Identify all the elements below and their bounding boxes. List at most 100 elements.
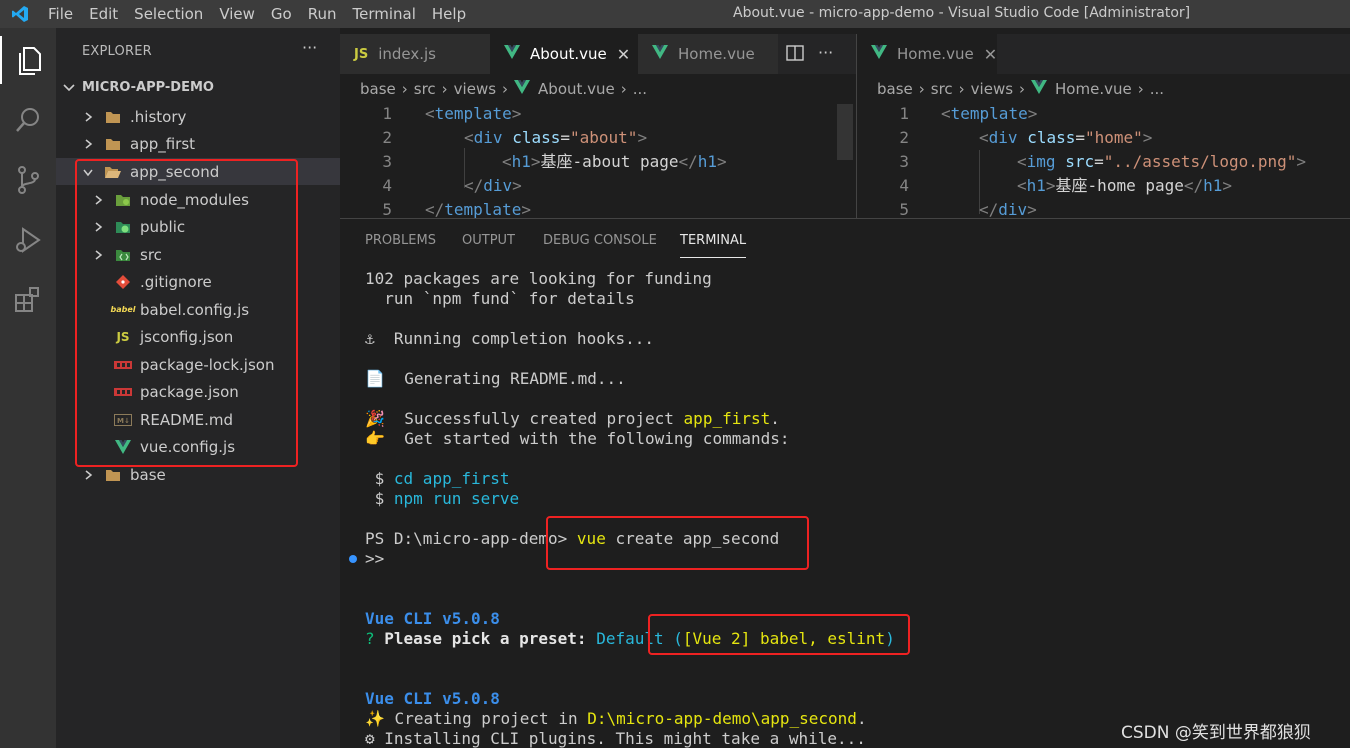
extensions-icon[interactable] xyxy=(0,276,56,324)
line-number: 4 xyxy=(382,176,392,195)
sparkles-icon: ✨ xyxy=(365,709,385,728)
tree-item-label: app_first xyxy=(130,134,196,153)
explorer-more-button[interactable]: ··· xyxy=(302,38,317,57)
vue-icon xyxy=(1031,80,1048,98)
menu-edit[interactable]: Edit xyxy=(81,0,126,28)
tab-label: Home.vue xyxy=(897,45,974,63)
vue-icon xyxy=(514,80,531,98)
line-number: 2 xyxy=(382,128,392,147)
source-control-icon[interactable] xyxy=(0,156,56,204)
code-line: 5 </div> xyxy=(857,198,1350,218)
project-name: app_first xyxy=(683,409,771,428)
chevron-right-icon: › xyxy=(502,80,509,98)
party-popper-icon: 🎉 xyxy=(365,409,385,428)
chevron-right-icon xyxy=(82,111,94,123)
search-icon[interactable] xyxy=(0,96,56,144)
editor-right[interactable]: base › src › views › Home.vue › ... 1 <templ… xyxy=(857,74,1350,218)
tree-item-label: base xyxy=(130,465,166,484)
project-path: D:\micro-app-demo\app_second xyxy=(587,709,857,728)
command-decoration-dot[interactable] xyxy=(349,555,357,563)
breadcrumb-item[interactable]: base xyxy=(877,80,913,98)
run-debug-icon[interactable] xyxy=(0,216,56,264)
tab-index-js[interactable]: JS index.js xyxy=(340,34,490,74)
vscode-logo-icon xyxy=(0,0,40,28)
prompt-question-mark: ? xyxy=(365,629,385,648)
terminal-text: . xyxy=(856,709,867,728)
tab-label: Home.vue xyxy=(678,45,755,63)
code-text: <h1>基座-home page</h1> xyxy=(1017,176,1233,195)
terminal-text: Please pick a preset: xyxy=(384,629,597,648)
tab-terminal[interactable]: TERMINAL xyxy=(680,233,746,248)
terminal-line: >> xyxy=(365,549,385,568)
code-line: 1 <template> xyxy=(857,102,1350,126)
breadcrumb-item[interactable]: ... xyxy=(633,80,647,98)
tab-label: index.js xyxy=(378,45,436,63)
menu-terminal[interactable]: Terminal xyxy=(345,0,424,28)
files-icon[interactable] xyxy=(0,36,56,84)
breadcrumb: base › src › views › Home.vue › ... xyxy=(877,80,1164,98)
folder-icon xyxy=(104,108,122,126)
breadcrumb-item[interactable]: About.vue xyxy=(538,80,615,98)
highlight-box-command xyxy=(546,516,809,570)
terminal-line: ⚙ Installing CLI plugins. This might tak… xyxy=(365,729,866,748)
breadcrumb-item[interactable]: src xyxy=(414,80,436,98)
terminal-line: run `npm fund` for details xyxy=(365,289,635,308)
editor-more-button[interactable]: ··· xyxy=(818,43,833,62)
chevron-right-icon: › xyxy=(1137,80,1144,98)
terminal-text: Installing CLI plugins. This might take … xyxy=(374,729,866,748)
chevron-right-icon: › xyxy=(958,80,965,98)
code-text: <div class="home"> xyxy=(979,128,1153,147)
breadcrumb-item[interactable]: views xyxy=(454,80,496,98)
tab-output[interactable]: OUTPUT xyxy=(462,233,515,248)
tab-about-vue[interactable]: About.vue ✕ xyxy=(490,34,638,74)
close-icon[interactable]: ✕ xyxy=(617,45,630,64)
vue-icon xyxy=(871,45,887,63)
close-icon[interactable]: ✕ xyxy=(984,45,997,64)
workspace-root[interactable]: MICRO-APP-DEMO xyxy=(82,80,214,95)
code-line: 2 <div class="about"> xyxy=(340,126,856,150)
vue-icon xyxy=(652,45,668,63)
menu-view[interactable]: View xyxy=(211,0,263,28)
breadcrumb-item[interactable]: ... xyxy=(1150,80,1164,98)
split-editor-icon[interactable] xyxy=(786,45,804,65)
editor-left[interactable]: base › src › views › About.vue › ... 1 <temp… xyxy=(340,74,1170,218)
menu-run[interactable]: Run xyxy=(300,0,345,28)
folder-icon xyxy=(104,135,122,153)
line-number: 5 xyxy=(899,200,909,218)
tree-item-app-first[interactable]: app_first xyxy=(56,130,340,157)
tab-home-vue[interactable]: Home.vue xyxy=(638,34,778,74)
breadcrumb-item[interactable]: Home.vue xyxy=(1055,80,1132,98)
breadcrumb-item[interactable]: src xyxy=(931,80,953,98)
code-line: 5 </template> xyxy=(340,198,856,218)
chevron-right-icon: › xyxy=(620,80,627,98)
chevron-right-icon: › xyxy=(918,80,925,98)
menu-selection[interactable]: Selection xyxy=(126,0,211,28)
breadcrumb-item[interactable]: base xyxy=(360,80,396,98)
active-tab-indicator xyxy=(680,257,746,258)
chevron-right-icon: › xyxy=(441,80,448,98)
terminal-text: Running completion hooks... xyxy=(393,329,654,348)
tab-problems[interactable]: PROBLEMS xyxy=(365,233,436,248)
menu-help[interactable]: Help xyxy=(424,0,474,28)
menu-file[interactable]: File xyxy=(40,0,81,28)
terminal-line: ⚓ Running completion hooks... xyxy=(365,329,654,349)
line-number: 1 xyxy=(899,104,909,123)
code-line: 3 <h1>基座-about page</h1> xyxy=(340,150,856,174)
code-text: </div> xyxy=(464,176,522,195)
tree-item-history[interactable]: .history xyxy=(56,103,340,130)
tab-home-vue-right[interactable]: Home.vue ✕ xyxy=(857,34,997,74)
terminal-line: Vue CLI v5.0.8 xyxy=(365,689,500,708)
editor-scrollbar[interactable] xyxy=(837,104,853,160)
code-text: </div> xyxy=(979,200,1037,218)
chevron-right-icon xyxy=(82,138,94,150)
terminal-line: $ npm run serve xyxy=(365,489,520,509)
anchor-icon: ⚓ xyxy=(365,329,375,348)
breadcrumb-item[interactable]: views xyxy=(971,80,1013,98)
code-line: 1 <template> xyxy=(340,102,856,126)
terminal-prompt: $ xyxy=(365,489,394,508)
terminal-text: Creating project in xyxy=(384,709,588,728)
chevron-down-icon[interactable] xyxy=(62,80,76,99)
tab-debug-console[interactable]: DEBUG CONSOLE xyxy=(543,233,657,248)
terminal-line: $ cd app_first xyxy=(365,469,510,489)
menu-go[interactable]: Go xyxy=(263,0,300,28)
